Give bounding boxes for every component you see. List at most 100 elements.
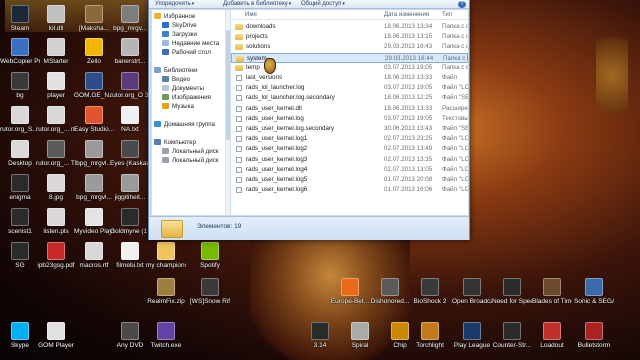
file-row[interactable]: rads_user_kernel.dll 18.06.2013 13:33 Расш…: [231, 104, 468, 114]
column-header-name[interactable]: Имя: [245, 10, 257, 20]
file-row[interactable]: solutions 29.03.2013 16:43 Папка с ф: [231, 42, 468, 52]
desktop-icon[interactable]: Skype: [0, 322, 40, 356]
desktop-icon[interactable]: ipb23gsg.pdf: [36, 242, 76, 276]
nav-item[interactable]: Домашняя группа: [154, 120, 215, 129]
desktop-icon[interactable]: Spiral: [340, 322, 380, 356]
nav-item[interactable]: Документы: [162, 84, 204, 93]
file-row[interactable]: downloads 18.06.2013 13:34 Папка с ф: [231, 22, 468, 32]
desktop-icon[interactable]: GOM.GE_N...: [74, 72, 114, 106]
app-icon: [85, 242, 103, 260]
desktop-icon[interactable]: lol.dll: [36, 5, 76, 39]
desktop-icon[interactable]: rutor.org_... The Menta...: [36, 140, 76, 174]
desktop-icon[interactable]: listen.pls: [36, 208, 76, 242]
nav-item[interactable]: Компьютер: [154, 138, 196, 147]
desktop-icon[interactable]: Desktop: [0, 140, 40, 174]
desktop-icon[interactable]: NA.txt: [110, 106, 150, 140]
nav-item[interactable]: Библиотеки: [154, 66, 198, 75]
desktop-icon[interactable]: Need for Speed Mos...: [492, 278, 532, 312]
app-icon: [311, 322, 329, 340]
nav-item[interactable]: Избранное: [154, 12, 195, 21]
file-row[interactable]: rads_user_kernel.log1 02.07.2013 23:25 Фай…: [231, 134, 468, 144]
desktop-icon[interactable]: RealmFix.zip: [146, 278, 186, 312]
desktop-icon[interactable]: Zello: [74, 38, 114, 72]
help-icon[interactable]: ?: [458, 1, 466, 8]
nav-item[interactable]: SkyDrive: [162, 21, 197, 30]
file-row[interactable]: rads_user_kernel.log3 02.07.2013 13:35 Фай…: [231, 155, 468, 165]
desktop-icon[interactable]: Bulletstorm: [574, 322, 614, 356]
organize-button[interactable]: Упорядочить▾: [155, 0, 194, 9]
nav-item-label: Рабочий стол: [172, 49, 211, 56]
file-row[interactable]: rads_user_kernel.log2 02.07.2013 13:49 Фай…: [231, 144, 468, 154]
nav-item[interactable]: Рабочий стол: [162, 48, 211, 57]
desktop-icon[interactable]: 3.14: [300, 322, 340, 356]
desktop-icon[interactable]: bpg_mrgvl...: [74, 140, 114, 174]
desktop-icon[interactable]: Torchlight: [410, 322, 450, 356]
desktop-icon[interactable]: Myvideo Playlist: [74, 208, 114, 242]
desktop-icon[interactable]: Open Broadcast...: [452, 278, 492, 312]
desktop-icon[interactable]: Play League: [452, 322, 492, 356]
desktop-icon[interactable]: GOM Player: [36, 322, 76, 356]
column-header-type[interactable]: Тип: [442, 10, 452, 20]
file-row[interactable]: rads_user_kernel.log5 01.07.2013 20:08 Фай…: [231, 175, 468, 185]
desktop-icon[interactable]: scenist1: [0, 208, 40, 242]
desktop-icon[interactable]: Twitch.exe: [146, 322, 186, 356]
app-icon: [585, 322, 603, 340]
desktop-icon[interactable]: Sonic & SEGA All-...: [574, 278, 614, 312]
desktop-icon[interactable]: my champions: [146, 242, 186, 276]
desktop-icon[interactable]: player: [36, 72, 76, 106]
desktop-icon[interactable]: Loadout: [532, 322, 572, 356]
nav-item[interactable]: Локальный диск: [162, 156, 219, 165]
file-row[interactable]: rads_user_kernel.log6 01.07.2013 16:06 Фай…: [231, 185, 468, 195]
desktop-icon[interactable]: bpg_mrgv...: [110, 5, 150, 39]
desktop-icon[interactable]: 8.jpg: [36, 174, 76, 208]
desktop-icon[interactable]: [Maksha...: [74, 5, 114, 39]
desktop-icon[interactable]: Easy Studio...: [74, 106, 114, 140]
file-row[interactable]: rads_lol_launcher.log.secondary 18.06.201…: [231, 93, 468, 103]
desktop-icon[interactable]: Any DVD: [110, 322, 150, 356]
scrollbar-thumb[interactable]: [226, 30, 230, 140]
desktop-icon[interactable]: Blades of Time: [532, 278, 572, 312]
desktop-icon[interactable]: Spotify: [190, 242, 230, 276]
nav-item[interactable]: Видео: [162, 75, 190, 84]
desktop-icon[interactable]: Goldmyne (1 .mkv 2012...: [110, 208, 150, 242]
desktop-icon[interactable]: [WS]Snow Rift] 21 S...: [190, 278, 230, 312]
desktop-icon[interactable]: banerstrt...: [110, 38, 150, 72]
desktop-icon[interactable]: bpg_mrgvl...: [74, 174, 114, 208]
file-row[interactable]: rads_lol_launcher.log 03.07.2013 19:05 Фай…: [231, 83, 468, 93]
desktop-icon[interactable]: Eyes (Kaskade's...: [110, 140, 150, 174]
folder-icon: [235, 64, 243, 71]
desktop-icon-label: BioShock 2: [413, 298, 447, 305]
desktop-icon[interactable]: rutor.org_S... Бессмертн...: [0, 106, 40, 140]
desktop-icon[interactable]: MStarter: [36, 38, 76, 72]
nav-item[interactable]: Локальный диск: [162, 147, 219, 156]
desktop-icon[interactable]: jiggitiheit...: [110, 174, 150, 208]
file-row[interactable]: last_versions 18.06.2013 13:33 Файл: [231, 73, 468, 83]
desktop-icon[interactable]: Counter-Str...: [492, 322, 532, 356]
column-header-date[interactable]: Дата изменения: [384, 10, 429, 20]
file-row[interactable]: rads_user_kernel.log4 02.07.2013 13:05 Фай…: [231, 165, 468, 175]
desktop-icon[interactable]: bg: [0, 72, 40, 106]
nav-item[interactable]: Изображения: [162, 93, 211, 102]
navigation-scrollbar[interactable]: [225, 10, 230, 215]
nav-item[interactable]: Загрузки: [162, 30, 197, 39]
file-row[interactable]: rads_user_kernel.log.secondary 30.06.2013…: [231, 124, 468, 134]
desktop-icon[interactable]: Dishonored...: [370, 278, 410, 312]
desktop-icon[interactable]: filmebi.txt: [110, 242, 150, 276]
desktop-icon[interactable]: SG: [0, 242, 40, 276]
desktop-icon[interactable]: macros.rtf: [74, 242, 114, 276]
desktop-icon[interactable]: rutor.org_... по рисова...: [36, 106, 76, 140]
file-date: 02.07.2013 23:25: [384, 135, 433, 143]
desktop-icon[interactable]: BioShock 2: [410, 278, 450, 312]
file-name: last_versions: [246, 74, 283, 81]
desktop-icon[interactable]: rutor.org_O Зла Возвея: [110, 72, 150, 106]
file-row[interactable]: rads_user_kernel.log 03.07.2013 19:05 Текс…: [231, 114, 468, 124]
file-row[interactable]: projects 18.06.2013 13:15 Папка с ф: [231, 32, 468, 42]
desktop-icon[interactable]: Europe-Bet...: [330, 278, 370, 312]
nav-item[interactable]: Музыка: [162, 102, 194, 111]
desktop-icon[interactable]: WebCopier Pro: [0, 38, 40, 72]
nav-item[interactable]: Недавние места: [162, 39, 219, 48]
add-to-library-button[interactable]: Добавить в библиотеку▾: [223, 0, 291, 9]
share-button[interactable]: Общий доступ▾: [301, 0, 345, 9]
desktop-icon[interactable]: enigma: [0, 174, 40, 208]
desktop-icon[interactable]: Steam: [0, 5, 40, 39]
